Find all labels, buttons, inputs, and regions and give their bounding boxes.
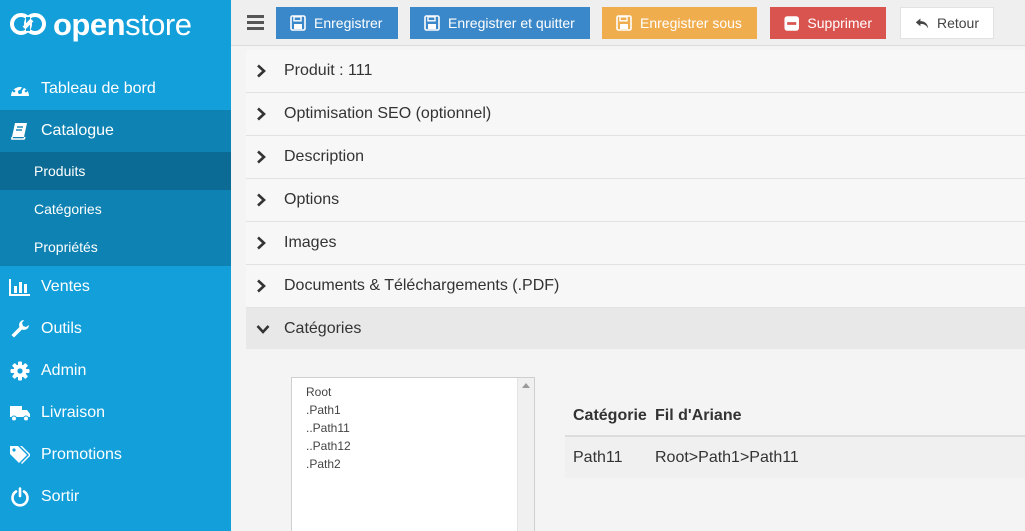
save-and-quit-button-label: Enregistrer et quitter (448, 15, 575, 31)
table-cell: Path11 (573, 448, 623, 466)
sidebar-item-livraison[interactable]: Livraison (0, 392, 231, 434)
menu-toggle-icon[interactable] (247, 15, 264, 30)
category-option[interactable]: ..Path12 (306, 437, 534, 455)
category-option[interactable]: ..Path11 (306, 419, 534, 437)
sidebar-subitem-proprietes[interactable]: Propriétés (0, 228, 231, 266)
section-title: Produit : 111 (284, 62, 373, 79)
category-option[interactable]: .Path2 (306, 455, 534, 473)
table-cell: Root>Path1>Path11 (655, 448, 799, 466)
back-button[interactable]: Retour (900, 7, 994, 39)
sidebar-subitem-label: Propriétés (34, 239, 98, 255)
save-button-label: Enregistrer (314, 15, 383, 31)
logo-mark-icon (10, 13, 46, 35)
section-categories[interactable]: Catégories (246, 308, 1025, 350)
floppy-disk-icon (616, 15, 632, 31)
section-seo[interactable]: Optimisation SEO (optionnel) (246, 93, 1025, 136)
sidebar-item-outils[interactable]: Outils (0, 308, 231, 350)
section-title: Options (284, 191, 340, 208)
tags-icon (9, 445, 31, 465)
sidebar-item-label: Ventes (41, 278, 90, 295)
sidebar-item-label: Promotions (41, 446, 122, 463)
section-title: Optimisation SEO (optionnel) (284, 105, 492, 122)
floppy-disk-icon (424, 15, 440, 31)
sidebar-subitem-label: Produits (34, 163, 86, 179)
main-nav: Tableau de bord Catalogue Produits Catég… (0, 68, 231, 518)
catalogue-submenu: Produits Catégories Propriétés (0, 152, 231, 266)
chevron-right-icon (256, 193, 270, 207)
section-description[interactable]: Description (246, 136, 1025, 179)
dashboard-icon (9, 79, 31, 99)
sidebar-item-label: Admin (41, 362, 87, 379)
table-header: Catégorie Fil d'Ariane (565, 397, 1025, 437)
save-and-quit-button[interactable]: Enregistrer et quitter (410, 7, 590, 39)
sidebar-item-promotions[interactable]: Promotions (0, 434, 231, 476)
category-option[interactable]: .Path1 (306, 401, 534, 419)
chevron-right-icon (256, 107, 270, 121)
sidebar-item-catalogue[interactable]: Catalogue (0, 110, 231, 152)
minus-square-icon (784, 15, 799, 31)
sidebar-item-sortir[interactable]: Sortir (0, 476, 231, 518)
scroll-up-arrow-icon[interactable] (522, 383, 530, 388)
sidebar-item-dashboard[interactable]: Tableau de bord (0, 68, 231, 110)
sidebar: openstore Tableau de bord Catalogue Prod… (0, 0, 231, 531)
sidebar-item-admin[interactable]: Admin (0, 350, 231, 392)
truck-icon (9, 403, 31, 423)
back-button-label: Retour (936, 15, 979, 31)
sidebar-item-ventes[interactable]: Ventes (0, 266, 231, 308)
section-documents[interactable]: Documents & Téléchargements (.PDF) (246, 265, 1025, 308)
save-as-button[interactable]: Enregistrer sous (602, 7, 757, 39)
sidebar-subitem-label: Catégories (34, 201, 102, 217)
sidebar-item-label: Livraison (41, 404, 106, 421)
chevron-right-icon (256, 64, 270, 78)
table-row[interactable]: Path11 Root>Path1>Path11 (565, 437, 1025, 478)
brand-logo[interactable]: openstore (0, 0, 231, 48)
section-images[interactable]: Images (246, 222, 1025, 265)
category-option[interactable]: Root (306, 383, 534, 401)
brand-name: openstore (53, 6, 192, 42)
section-produit[interactable]: Produit : 111 (246, 50, 1025, 93)
gear-icon (9, 361, 31, 381)
categories-table: Catégorie Fil d'Ariane Path11 Root>Path1… (565, 397, 1025, 478)
power-icon (9, 487, 31, 507)
listbox-scrollbar[interactable] (517, 378, 534, 531)
chevron-right-icon (256, 236, 270, 250)
delete-button-label: Supprimer (807, 15, 872, 31)
chevron-right-icon (256, 150, 270, 164)
chevron-down-icon (256, 322, 270, 336)
sidebar-item-label: Sortir (41, 488, 80, 505)
sidebar-item-label: Outils (41, 320, 82, 337)
chevron-right-icon (256, 279, 270, 293)
section-title: Images (284, 234, 337, 251)
column-header-fil-ariane: Fil d'Ariane (655, 407, 742, 424)
delete-button[interactable]: Supprimer (770, 7, 886, 39)
sidebar-subitem-produits[interactable]: Produits (0, 152, 231, 190)
reply-arrow-icon (915, 17, 929, 29)
sidebar-subitem-categories[interactable]: Catégories (0, 190, 231, 228)
section-title: Catégories (284, 319, 362, 337)
save-as-button-label: Enregistrer sous (640, 15, 742, 31)
save-button[interactable]: Enregistrer (276, 7, 398, 39)
sidebar-item-label: Tableau de bord (41, 80, 156, 97)
category-tree-select[interactable]: Root .Path1 ..Path11 ..Path12 .Path2 (291, 377, 535, 531)
section-title: Documents & Téléchargements (.PDF) (284, 277, 560, 294)
toolbar: Enregistrer Enregistrer et quitter Enreg… (231, 0, 1025, 46)
floppy-disk-icon (290, 15, 306, 31)
bar-chart-icon (9, 277, 31, 297)
column-header-categorie: Catégorie (573, 407, 647, 424)
sidebar-item-label: Catalogue (41, 122, 114, 139)
section-title: Description (284, 148, 365, 165)
section-options[interactable]: Options (246, 179, 1025, 222)
book-icon (9, 121, 31, 141)
product-form-sections: Produit : 111 Optimisation SEO (optionne… (246, 50, 1025, 350)
wrench-icon (9, 319, 31, 339)
categories-panel: Root .Path1 ..Path11 ..Path12 .Path2 Cat… (246, 349, 1025, 531)
